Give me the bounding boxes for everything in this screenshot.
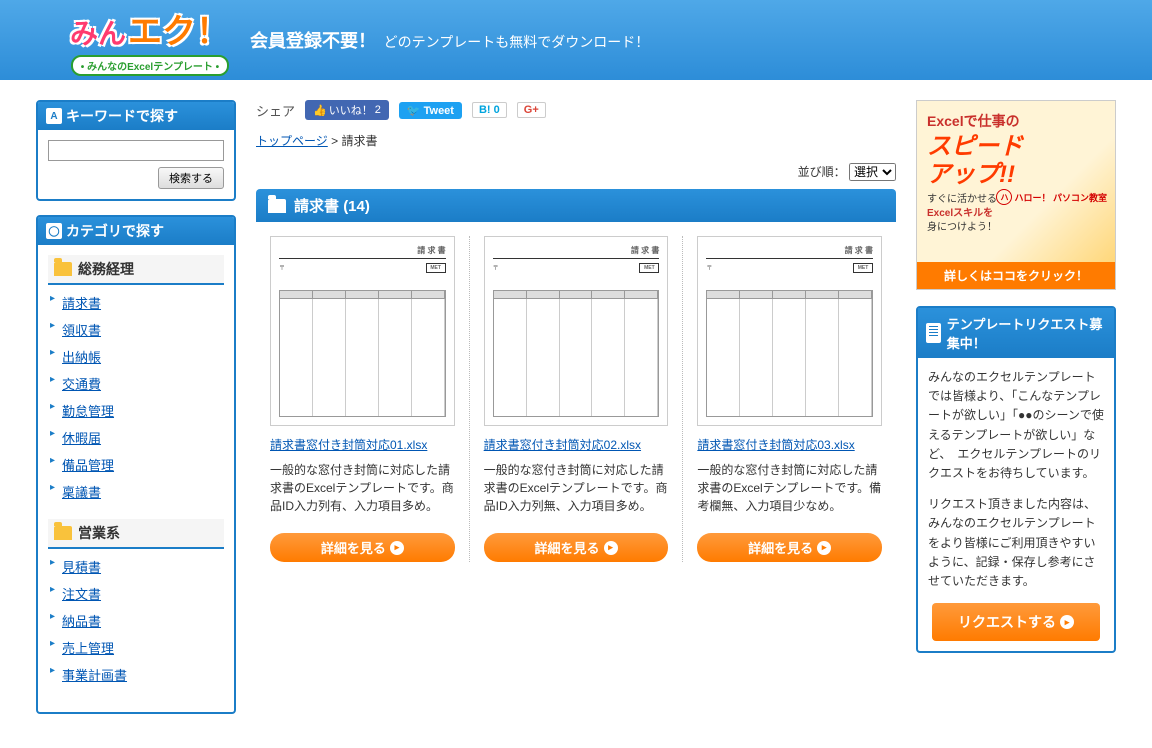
site-header: みん エク！ • みんなのExcelテンプレート • 会員登録不要！ どのテンプ… bbox=[0, 0, 1152, 80]
category-group-head: 営業系 bbox=[48, 519, 224, 549]
ad-line2a: スピード bbox=[927, 135, 1105, 159]
left-sidebar: A キーワードで探す 検索する ◯ カテゴリで探す 総務経理請求書領収書出納帳交… bbox=[36, 100, 236, 728]
template-card: 請 求 書〒MET 請求書窓付き封筒対応03.xlsx 一般的な窓付き封筒に対応し… bbox=[683, 236, 896, 562]
ad-line1: Excelで仕事の bbox=[927, 111, 1105, 131]
right-sidebar: Excelで仕事の スピード アップ!! すぐに活かせるExcelスキルを身につ… bbox=[916, 100, 1116, 728]
breadcrumb-top[interactable]: トップページ bbox=[256, 134, 328, 148]
request-button[interactable]: リクエストする bbox=[932, 603, 1100, 641]
template-card: 請 求 書〒MET 請求書窓付き封筒対応02.xlsx 一般的な窓付き封筒に対応し… bbox=[470, 236, 684, 562]
document-icon bbox=[926, 323, 941, 343]
category-link[interactable]: 注文書 bbox=[62, 587, 101, 602]
template-description: 一般的な窓付き封筒に対応した請求書のExcelテンプレートです。商品ID入力列無… bbox=[484, 461, 669, 515]
category-item[interactable]: 事業計画書 bbox=[48, 661, 224, 688]
tagline-main: 会員登録不要！ bbox=[250, 31, 376, 51]
category-item[interactable]: 勤怠管理 bbox=[48, 397, 224, 424]
template-card: 請 求 書〒MET 請求書窓付き封筒対応01.xlsx 一般的な窓付き封筒に対応し… bbox=[256, 236, 470, 562]
sort-row: 並び順： 選択 bbox=[256, 163, 896, 181]
template-link[interactable]: 請求書窓付き封筒対応02.xlsx bbox=[484, 436, 669, 453]
detail-button[interactable]: 詳細を見る bbox=[270, 533, 455, 562]
category-item[interactable]: 領収書 bbox=[48, 316, 224, 343]
section-head: 請求書 (14) bbox=[256, 189, 896, 222]
list-icon: ◯ bbox=[46, 223, 62, 239]
ad-line2b: アップ!! bbox=[927, 163, 1105, 187]
search-input[interactable] bbox=[48, 140, 224, 161]
template-thumbnail[interactable]: 請 求 書〒MET bbox=[270, 236, 455, 426]
share-label: シェア bbox=[256, 101, 295, 120]
folder-icon bbox=[268, 199, 286, 213]
template-link[interactable]: 請求書窓付き封筒対応01.xlsx bbox=[270, 436, 455, 453]
sort-label: 並び順： bbox=[798, 165, 846, 179]
template-thumbnail[interactable]: 請 求 書〒MET bbox=[697, 236, 882, 426]
category-link[interactable]: 休暇届 bbox=[62, 431, 101, 446]
breadcrumb: トップページ > 請求書 bbox=[256, 132, 896, 149]
category-item[interactable]: 出納帳 bbox=[48, 343, 224, 370]
category-group-head: 総務経理 bbox=[48, 255, 224, 285]
template-description: 一般的な窓付き封筒に対応した請求書のExcelテンプレートです。商品ID入力列有… bbox=[270, 461, 455, 515]
category-link[interactable]: 勤怠管理 bbox=[62, 404, 114, 419]
tagline: 会員登録不要！ どのテンプレートも無料でダウンロード！ bbox=[250, 27, 649, 53]
category-link[interactable]: 備品管理 bbox=[62, 458, 114, 473]
hatena-button[interactable]: B! 0 bbox=[472, 102, 507, 118]
folder-icon bbox=[54, 526, 72, 540]
request-body-2: リクエスト頂きました内容は、みんなのエクセルテンプレートをより皆様にご利用頂きや… bbox=[928, 495, 1104, 591]
breadcrumb-current: 請求書 bbox=[341, 134, 377, 148]
category-item[interactable]: 見積書 bbox=[48, 553, 224, 580]
category-link[interactable]: 納品書 bbox=[62, 614, 101, 629]
tagline-sub: どのテンプレートも無料でダウンロード！ bbox=[384, 34, 650, 50]
logo-text-left: みん bbox=[70, 12, 126, 52]
category-link[interactable]: 請求書 bbox=[62, 296, 101, 311]
category-head: ◯ カテゴリで探す bbox=[38, 217, 234, 245]
category-item[interactable]: 請求書 bbox=[48, 289, 224, 316]
category-link[interactable]: 事業計画書 bbox=[62, 668, 127, 683]
category-link[interactable]: 見積書 bbox=[62, 560, 101, 575]
category-item[interactable]: 注文書 bbox=[48, 580, 224, 607]
ad-banner[interactable]: Excelで仕事の スピード アップ!! すぐに活かせるExcelスキルを身につ… bbox=[916, 100, 1116, 290]
category-link[interactable]: 領収書 bbox=[62, 323, 101, 338]
category-item[interactable]: 売上管理 bbox=[48, 634, 224, 661]
template-list: 請 求 書〒MET 請求書窓付き封筒対応01.xlsx 一般的な窓付き封筒に対応し… bbox=[256, 236, 896, 562]
detail-button[interactable]: 詳細を見る bbox=[697, 533, 882, 562]
category-item[interactable]: 稟議書 bbox=[48, 478, 224, 505]
category-link[interactable]: 出納帳 bbox=[62, 350, 101, 365]
site-logo[interactable]: みん エク！ • みんなのExcelテンプレート • bbox=[70, 4, 230, 76]
category-item[interactable]: 備品管理 bbox=[48, 451, 224, 478]
facebook-like-button[interactable]: 👍 いいね！ 2 bbox=[305, 100, 389, 120]
request-body-1: みんなのエクセルテンプレートでは皆様より、「こんなテンプレートが欲しい」「●●の… bbox=[928, 368, 1104, 483]
abc-icon: A bbox=[46, 108, 62, 124]
keyword-search-head: A キーワードで探す bbox=[38, 102, 234, 130]
category-link[interactable]: 稟議書 bbox=[62, 485, 101, 500]
ad-brand-logo: ハロー！ パソコン教室 bbox=[996, 189, 1107, 205]
main-content: シェア 👍 いいね！ 2 🐦 Tweet B! 0 G+ トップページ > 請求… bbox=[256, 100, 896, 728]
google-plus-button[interactable]: G+ bbox=[517, 102, 546, 118]
logo-text-right: エク！ bbox=[128, 4, 230, 53]
template-description: 一般的な窓付き封筒に対応した請求書のExcelテンプレートです。備考欄無、入力項… bbox=[697, 461, 882, 515]
search-button[interactable]: 検索する bbox=[158, 167, 224, 189]
keyword-search-block: A キーワードで探す 検索する bbox=[36, 100, 236, 201]
category-item[interactable]: 交通費 bbox=[48, 370, 224, 397]
category-item[interactable]: 休暇届 bbox=[48, 424, 224, 451]
category-item[interactable]: 納品書 bbox=[48, 607, 224, 634]
category-block: ◯ カテゴリで探す 総務経理請求書領収書出納帳交通費勤怠管理休暇届備品管理稟議書… bbox=[36, 215, 236, 714]
share-row: シェア 👍 いいね！ 2 🐦 Tweet B! 0 G+ bbox=[256, 100, 896, 120]
template-link[interactable]: 請求書窓付き封筒対応03.xlsx bbox=[697, 436, 882, 453]
template-thumbnail[interactable]: 請 求 書〒MET bbox=[484, 236, 669, 426]
folder-icon bbox=[54, 262, 72, 276]
category-link[interactable]: 売上管理 bbox=[62, 641, 114, 656]
request-block: テンプレートリクエスト募集中！ みんなのエクセルテンプレートでは皆様より、「こん… bbox=[916, 306, 1116, 653]
logo-subtitle: • みんなのExcelテンプレート • bbox=[71, 55, 229, 76]
sort-select[interactable]: 選択 bbox=[849, 163, 896, 181]
request-head: テンプレートリクエスト募集中！ bbox=[918, 308, 1114, 358]
detail-button[interactable]: 詳細を見る bbox=[484, 533, 669, 562]
ad-cta: 詳しくはココをクリック！ bbox=[917, 262, 1115, 289]
category-link[interactable]: 交通費 bbox=[62, 377, 101, 392]
tweet-button[interactable]: 🐦 Tweet bbox=[399, 102, 462, 119]
